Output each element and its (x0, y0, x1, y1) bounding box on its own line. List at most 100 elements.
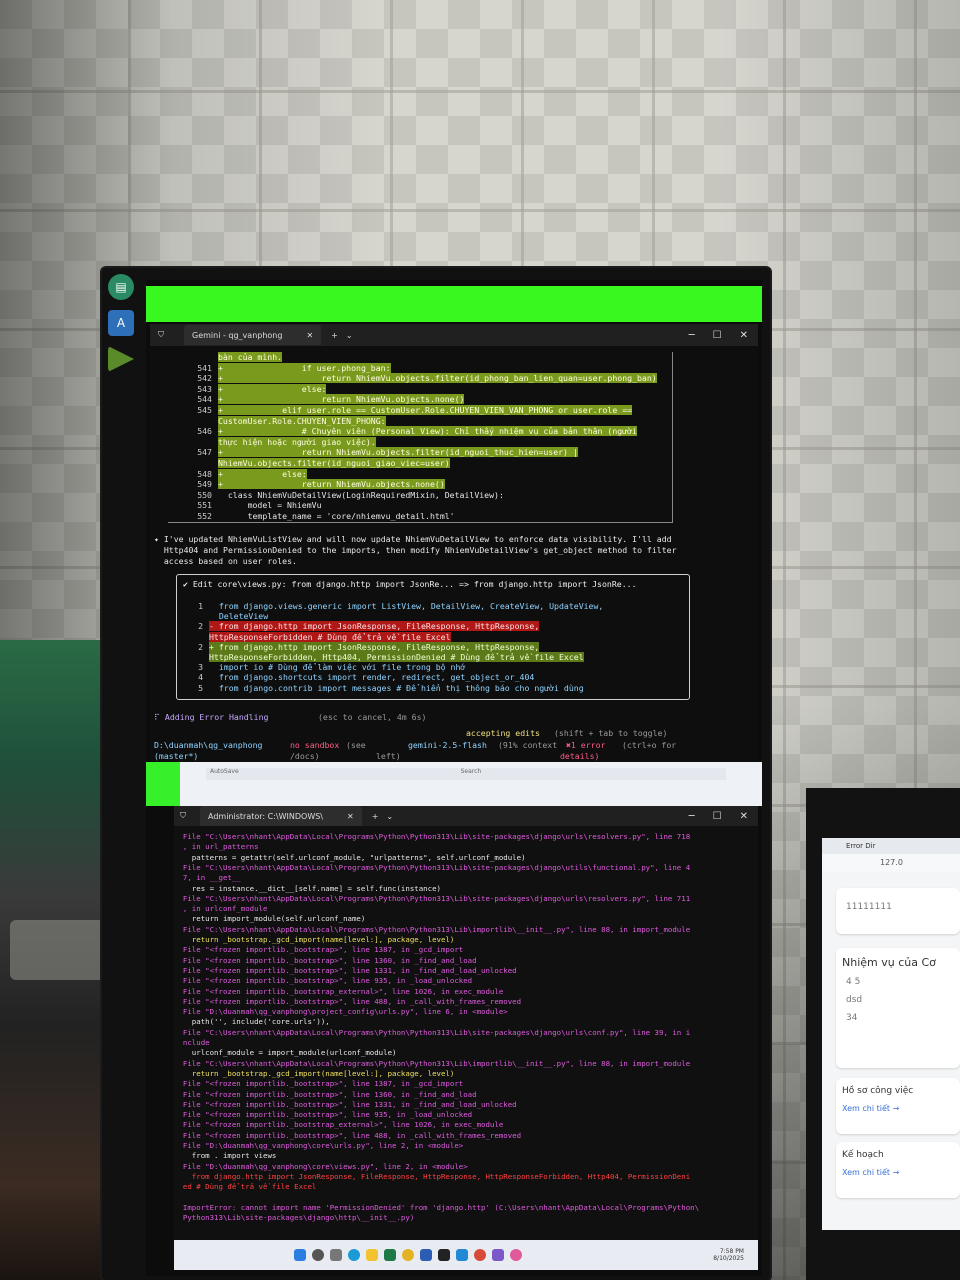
spinner-status: ⠏ Adding Error Handling (154, 712, 269, 722)
edge-icon[interactable] (348, 1249, 360, 1261)
code-text: DeleteView (209, 611, 269, 622)
line-number: 542 (197, 373, 212, 384)
gemini-terminal[interactable]: bàn của mình. 541 + if user.phong_ban: 542 +… (150, 346, 758, 762)
error-count[interactable]: ✖1 error (566, 740, 605, 751)
minimize-icon[interactable]: ─ (689, 811, 695, 822)
search-box[interactable]: Search (461, 768, 482, 775)
minimize-icon[interactable]: ─ (689, 330, 695, 341)
new-tab-icon[interactable]: + (331, 331, 338, 340)
diff-line: 545 + elif user.role == CustomUser.Role.C… (168, 405, 633, 416)
close-window-icon[interactable]: ✕ (740, 811, 748, 822)
app-icon[interactable] (510, 1249, 522, 1261)
code-text: import io # Dùng để làm việc với file tr… (209, 662, 466, 673)
task-view-icon[interactable] (330, 1249, 342, 1261)
traceback-line: return import_module(self.urlconf_name) (174, 914, 366, 924)
search-icon[interactable] (312, 1249, 324, 1261)
view-details-link[interactable]: Xem chi tiết → (836, 1100, 960, 1117)
close-window-icon[interactable]: ✕ (740, 330, 748, 341)
line-number: 543 (197, 383, 212, 394)
windows-start-icon[interactable] (294, 1249, 306, 1261)
traceback-line: File "<frozen importlib._bootstrap>", li… (174, 955, 477, 965)
error-hint-2: details) (560, 751, 600, 761)
diff-line: 546 + # Chuyên viên (Personal View): Chỉ … (168, 426, 637, 437)
line-number: 548 (197, 468, 212, 479)
close-icon[interactable]: ✕ (306, 331, 313, 340)
diff-line: 551 model = NhiemVu (168, 500, 322, 511)
main-monitor: ▤ A ⛉ Gemini - qg_vanphong ✕ + ⌄ ─ ☐ ✕ b… (102, 268, 770, 1280)
address-bar[interactable]: 127.0 (822, 854, 960, 872)
traceback-line: File "<frozen importlib._bootstrap_exter… (174, 1120, 504, 1130)
chevron-down-icon[interactable]: ⌄ (346, 331, 353, 340)
traceback-line: from . import views (174, 1151, 277, 1161)
shield-icon: ⛉ (158, 330, 164, 339)
code-text: + elif user.role == CustomUser.Role.CHUY… (218, 405, 633, 415)
chevron-down-icon[interactable]: ⌄ (386, 812, 393, 821)
card-value: dsd (846, 995, 863, 1005)
code-text: + else: (218, 468, 307, 479)
app-icon[interactable] (492, 1249, 504, 1261)
line-number: 2 (198, 641, 203, 652)
traceback-line: File "C:\Users\nhant\AppData\Local\Progr… (174, 1058, 691, 1068)
line-number: 552 (197, 511, 212, 521)
maximize-icon[interactable]: ☐ (713, 811, 722, 822)
terminal-icon[interactable] (438, 1249, 450, 1261)
traceback-line: File "<frozen importlib._bootstrap>", li… (174, 996, 522, 1006)
input-value[interactable]: 11111111 (836, 888, 960, 916)
edit-line: 1 from django.views.generic import ListV… (177, 601, 603, 612)
view-details-link[interactable]: Xem chi tiết → (836, 1164, 960, 1181)
taskbar-clock: 7:58 PM 8/10/2025 (713, 1248, 744, 1262)
chrome-icon[interactable] (402, 1249, 414, 1261)
code-text: model = NhiemVu (218, 500, 322, 511)
code-text: class NhiemVuDetailView(LoginRequiredMix… (218, 489, 504, 500)
code-text: HttpResponseForbidden # Dùng để trả về f… (209, 631, 451, 642)
edit-line: HttpResponseForbidden, Http404, Permissi… (177, 652, 584, 663)
line-number: 551 (197, 500, 212, 511)
browser-tab[interactable]: Error Dir (822, 838, 960, 854)
line-number: 544 (197, 394, 212, 405)
traceback-line: File "C:\Users\nhant\AppData\Local\Progr… (174, 893, 691, 903)
new-tab-icon[interactable]: + (372, 812, 379, 821)
code-text: + return NhiemVu.objects.filter(id_nguoi… (218, 447, 578, 458)
traceback-line: File "C:\Users\nhant\AppData\Local\Progr… (174, 1027, 691, 1037)
diff-line: 548 + else: (168, 468, 307, 480)
word-icon[interactable] (420, 1249, 432, 1261)
close-icon[interactable]: ✕ (347, 812, 354, 821)
traceback-line: File "D:\duanmah\qg_vanphong\project_con… (174, 1007, 508, 1017)
diff-line: 544 + return NhiemVu.objects.none() (168, 394, 465, 405)
code-text: CustomUser.Role.CHUYEN_VIEN_PHONG: (218, 415, 386, 426)
autosave-label[interactable]: AutoSave (210, 768, 239, 775)
traceback-line: File "D:\duanmah\qg_vanphong\core\urls.p… (174, 1141, 464, 1150)
vscode-icon[interactable] (456, 1249, 468, 1261)
code-text: from django.views.generic import ListVie… (209, 601, 604, 611)
accept-edits: accepting edits (466, 728, 540, 738)
traceback-line: Python313\Lib\site-packages\django\http\… (174, 1213, 415, 1223)
plan-card: Kế hoạch Xem chi tiết → (836, 1142, 960, 1198)
excel-icon[interactable] (384, 1249, 396, 1261)
maximize-icon[interactable]: ☐ (713, 330, 722, 341)
diff-line: 549 + return NhiemVu.objects.none() (168, 479, 445, 490)
green-desktop-band (146, 762, 180, 806)
diff-view: bàn của mình. 541 + if user.phong_ban: 542 +… (168, 352, 673, 523)
tab-gemini[interactable]: Gemini - qg_vanphong ✕ (184, 325, 322, 345)
code-text: + if user.phong_ban: (218, 362, 391, 373)
edit-line: 5 from django.contrib import messages # … (177, 683, 584, 694)
folder-icon[interactable] (366, 1249, 378, 1261)
traceback-line: res = instance.__dict__[self.name] = sel… (174, 883, 441, 893)
monitor-screen: ⛉ Gemini - qg_vanphong ✕ + ⌄ ─ ☐ ✕ bàn c… (146, 280, 762, 1276)
edit-line: 2 - from django.http import JsonResponse,… (177, 621, 540, 632)
cmd-terminal[interactable]: File "C:\Users\nhant\AppData\Local\Progr… (174, 826, 758, 1240)
code-text: template_name = 'core/nhiemvu_detail.htm… (218, 511, 455, 521)
line-number: 3 (198, 662, 203, 673)
clock-time: 7:58 PM (719, 1248, 744, 1255)
line-number: 1 (198, 601, 203, 611)
chrome-icon[interactable] (474, 1249, 486, 1261)
cwd-path: D:\duanmah\qg_vanphong (154, 740, 263, 750)
code-text: + return NhiemVu.objects.filter(id_phong… (218, 373, 657, 384)
tab-administrator[interactable]: Administrator: C:\WINDOWS\ ✕ (200, 806, 362, 826)
error-hint: (ctrl+o for (622, 740, 677, 750)
traceback-line: , in url_patterns (174, 842, 259, 852)
card-title: Hồ sơ công việc (842, 1086, 914, 1096)
second-monitor: Error Dir 127.0 11111111 Nhiệm vụ của Cơ… (806, 788, 960, 1280)
traceback-line: File "C:\Users\nhant\AppData\Local\Progr… (174, 862, 691, 872)
line-number: 541 (197, 362, 212, 373)
